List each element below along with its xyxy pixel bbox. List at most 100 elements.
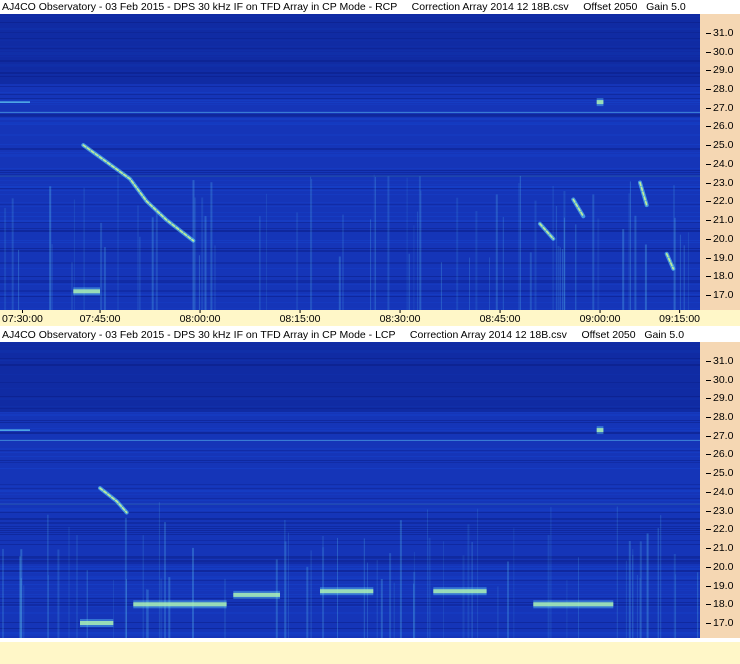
noise-band xyxy=(0,578,700,579)
noise-streak xyxy=(502,216,504,310)
noise-band xyxy=(0,100,700,101)
emission-patch-glow xyxy=(320,587,374,596)
noise-streak xyxy=(462,555,465,638)
noise-band xyxy=(0,190,700,191)
noise-streak xyxy=(420,190,422,310)
noise-streak xyxy=(636,575,638,638)
noise-band xyxy=(0,102,700,103)
noise-band xyxy=(0,180,700,181)
noise-streak xyxy=(126,579,127,638)
noise-band xyxy=(0,510,700,511)
noise-streak xyxy=(660,515,662,638)
noise-streak xyxy=(628,541,631,638)
time-axis: 07:30:00 07:45:00 08:00:00 08:15:00 08:30:00… xyxy=(0,310,740,326)
frequency-tick-label: 27.0 xyxy=(705,429,734,442)
noise-streak xyxy=(697,572,699,638)
emission-patch-glow xyxy=(596,98,604,107)
noise-streak xyxy=(688,232,689,310)
noise-band xyxy=(0,572,700,573)
time-tick-label: 09:00:00 xyxy=(579,310,621,325)
noise-streak xyxy=(673,185,675,310)
noise-band xyxy=(0,560,700,562)
frequency-tick-label: 19.0 xyxy=(705,251,734,264)
frequency-tick-label: 21.0 xyxy=(705,542,734,555)
noise-streak xyxy=(71,262,73,310)
noise-band xyxy=(0,86,700,87)
noise-band xyxy=(0,522,700,524)
noise-band xyxy=(0,156,700,157)
noise-band xyxy=(0,430,700,431)
noise-streak xyxy=(529,252,532,310)
noise-streak xyxy=(622,229,625,310)
noise-streak xyxy=(387,176,390,310)
noise-streak xyxy=(597,218,600,310)
emission-patch-glow xyxy=(133,600,227,609)
noise-band xyxy=(0,412,700,413)
noise-streak xyxy=(4,207,7,310)
upper-dark-region xyxy=(0,342,700,412)
lcp-frequency-axis: 31.0 30.0 29.0 28.0 27.0 26.0 25.0 24.0 23.0 22.0… xyxy=(700,342,740,638)
noise-streak xyxy=(103,247,106,310)
noise-band xyxy=(0,228,700,229)
noise-streak xyxy=(224,578,226,638)
noise-band xyxy=(0,584,700,585)
noise-streak xyxy=(164,522,166,638)
frequency-tick-label: 28.0 xyxy=(705,410,734,423)
noise-band xyxy=(0,98,700,99)
frequency-tick-label: 17.0 xyxy=(705,289,734,301)
upper-dark-region xyxy=(0,14,700,84)
noise-streak xyxy=(469,257,470,310)
noise-streak xyxy=(555,206,557,310)
noise-streak xyxy=(644,244,647,310)
noise-streak xyxy=(413,225,415,310)
noise-streak xyxy=(146,589,149,638)
frequency-tick-label: 18.0 xyxy=(705,270,734,283)
noise-band xyxy=(0,580,700,581)
noise-streak xyxy=(417,211,419,310)
noise-streak xyxy=(2,548,4,638)
noise-streak xyxy=(380,579,383,638)
noise-band xyxy=(0,612,700,614)
noise-band xyxy=(0,104,700,105)
noise-streak xyxy=(625,560,627,638)
frequency-tick-label: 29.0 xyxy=(705,64,734,77)
frequency-tick-label: 25.0 xyxy=(705,139,734,152)
frequency-tick-label: 26.0 xyxy=(705,448,734,461)
noise-band xyxy=(0,122,700,124)
noise-streak xyxy=(413,571,416,638)
noise-streak xyxy=(399,520,402,638)
time-tick-label: 08:00:00 xyxy=(179,310,221,325)
noise-band xyxy=(0,576,700,578)
noise-streak xyxy=(86,570,88,638)
noise-streak xyxy=(142,535,144,638)
noise-band xyxy=(0,212,700,213)
noise-streak xyxy=(393,582,395,638)
noise-streak xyxy=(23,585,25,638)
noise-streak xyxy=(310,550,312,638)
noise-band xyxy=(0,452,700,453)
noise-streak xyxy=(214,245,216,310)
noise-band xyxy=(0,488,700,489)
noise-streak xyxy=(18,249,20,310)
noise-streak xyxy=(628,193,630,310)
noise-band xyxy=(0,188,700,189)
noise-streak xyxy=(634,215,637,310)
noise-streak xyxy=(288,532,289,638)
noise-streak xyxy=(467,524,470,638)
noise-streak xyxy=(201,197,204,310)
emission-patch-glow xyxy=(596,426,604,435)
time-tick-label: 09:15:00 xyxy=(659,310,700,325)
noise-band xyxy=(0,540,700,541)
frequency-tick-label: 24.0 xyxy=(705,157,734,170)
rcp-frequency-axis: 31.0 30.0 29.0 28.0 27.0 26.0 25.0 24.0 23.0 22.0… xyxy=(700,14,740,310)
noise-streak xyxy=(489,257,490,310)
noise-band xyxy=(0,566,700,567)
noise-streak xyxy=(389,553,392,638)
noise-band xyxy=(0,118,700,120)
noise-streak xyxy=(639,541,642,638)
time-tick-label: 08:15:00 xyxy=(279,310,321,325)
noise-band xyxy=(0,544,700,545)
noise-streak xyxy=(310,176,312,310)
noise-band xyxy=(0,154,700,156)
noise-band xyxy=(0,414,700,416)
